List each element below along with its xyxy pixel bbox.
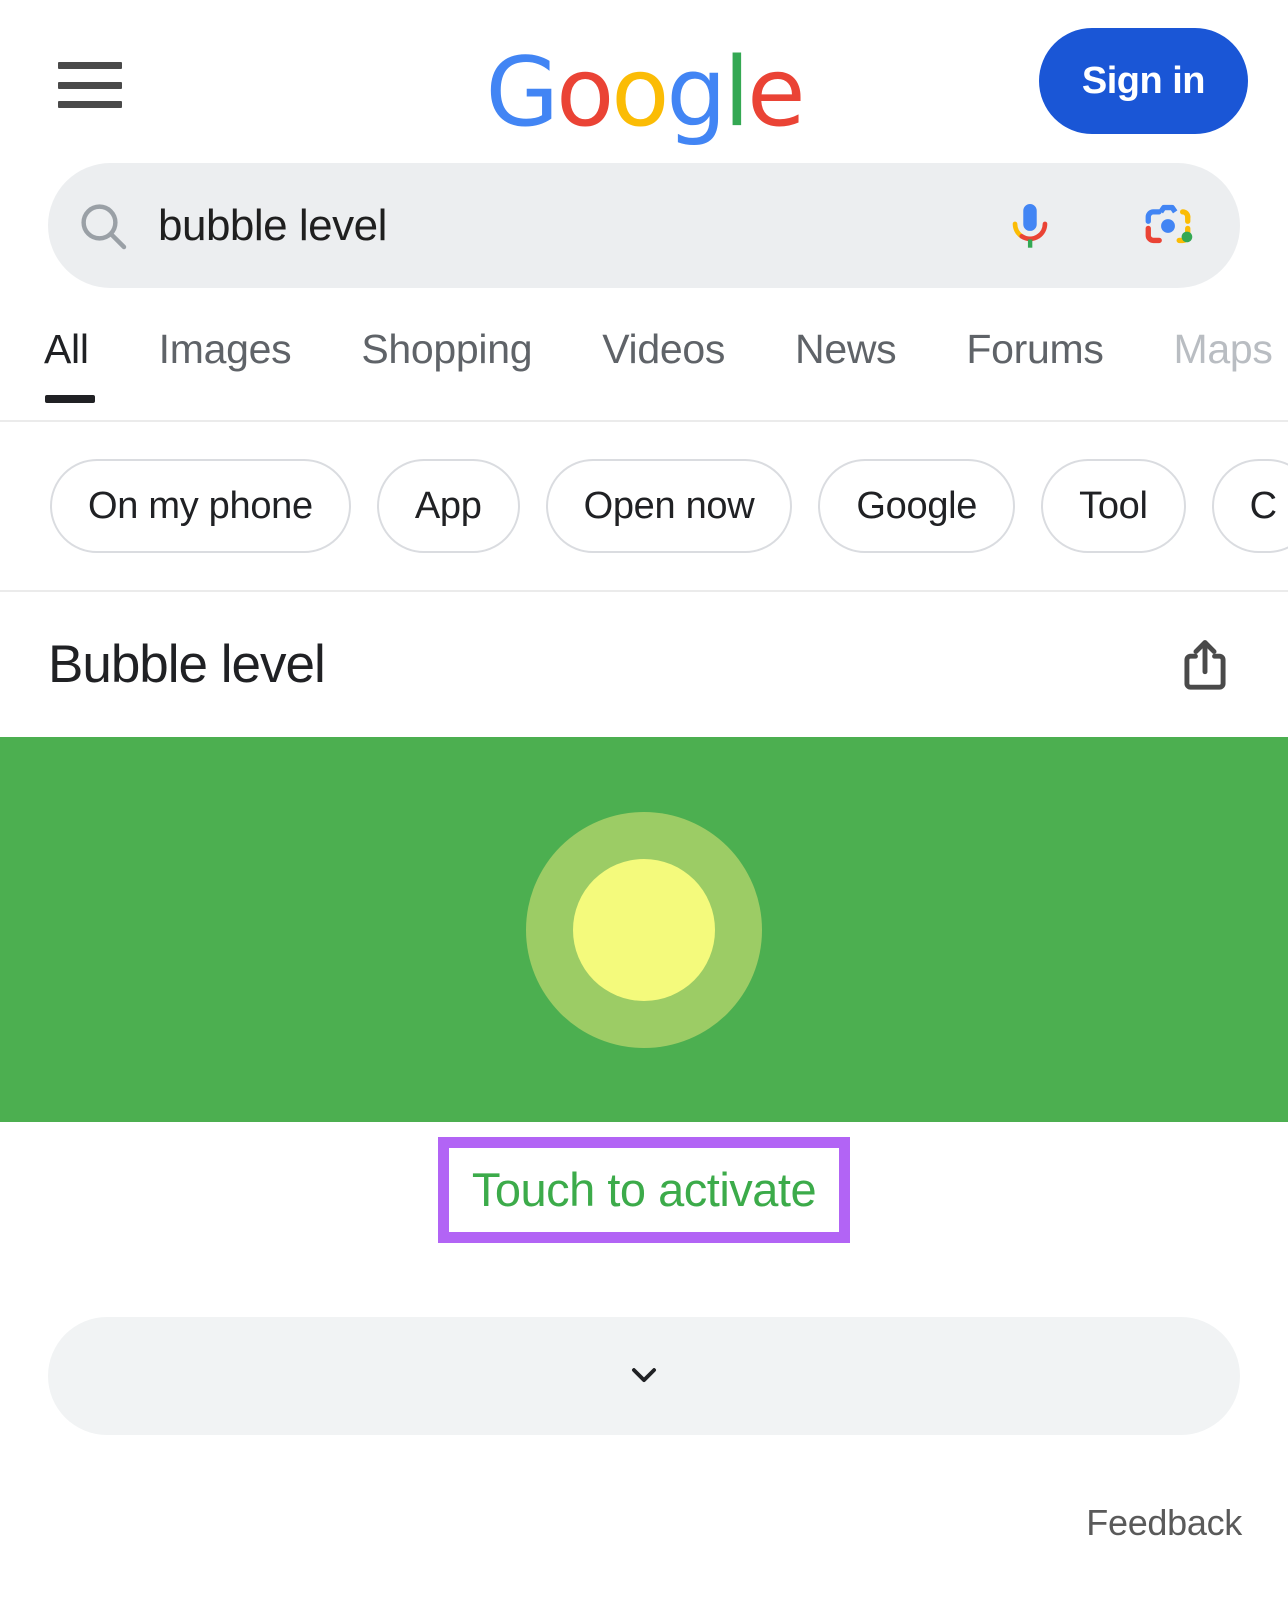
tab-videos[interactable]: Videos	[602, 326, 725, 393]
search-icon	[48, 198, 158, 254]
hamburger-menu-icon[interactable]	[58, 62, 122, 108]
hamburger-bar-3	[58, 101, 122, 108]
hamburger-bar-2	[58, 81, 122, 89]
tab-forums[interactable]: Forums	[966, 326, 1103, 393]
chip-on-my-phone[interactable]: On my phone	[50, 459, 351, 553]
bubble-level-bubble	[573, 858, 715, 1001]
google-lens-camera-icon[interactable]	[1130, 188, 1206, 264]
sign-in-button[interactable]: Sign in	[1038, 28, 1248, 134]
chip-tool[interactable]: Tool	[1041, 459, 1186, 553]
page-title: Bubble level	[48, 635, 326, 694]
logo-letter-l: l	[723, 38, 750, 148]
chip-clipped[interactable]: C	[1211, 459, 1288, 553]
result-header: Bubble level	[0, 592, 1288, 737]
touch-to-activate-label[interactable]: Touch to activate	[463, 1159, 825, 1221]
google-logo[interactable]: Google	[485, 46, 805, 141]
hamburger-bar-1	[58, 62, 122, 69]
tab-news[interactable]: News	[795, 326, 897, 393]
chip-app[interactable]: App	[376, 459, 520, 553]
touch-to-activate-container: Touch to activate	[0, 1122, 1288, 1243]
logo-letter-g1: G	[485, 38, 559, 148]
feedback-link[interactable]: Feedback	[1086, 1502, 1242, 1544]
logo-letter-e: e	[747, 38, 805, 148]
expand-more-button[interactable]	[48, 1317, 1240, 1435]
search-input[interactable]	[158, 200, 992, 251]
logo-letter-o1: o	[556, 38, 614, 148]
logo-letter-o2: o	[611, 38, 669, 148]
tab-images[interactable]: Images	[159, 326, 292, 393]
footer: Feedback	[0, 1435, 1288, 1544]
chip-open-now[interactable]: Open now	[545, 459, 793, 553]
chip-google[interactable]: Google	[818, 459, 1016, 553]
logo-letter-g2: g	[666, 38, 726, 148]
filter-chips: On my phone App Open now Google Tool C	[0, 422, 1288, 590]
search-bar-container	[0, 163, 1288, 288]
tab-all[interactable]: All	[44, 326, 95, 403]
search-tabs-bar: All Images Shopping Videos News Forums M…	[0, 326, 1288, 422]
page-header: Google Sign in	[0, 0, 1288, 163]
share-icon[interactable]	[1170, 630, 1240, 700]
search-bar[interactable]	[48, 163, 1240, 288]
chevron-down-icon	[622, 1353, 666, 1400]
touch-to-activate-highlight[interactable]: Touch to activate	[437, 1137, 851, 1243]
search-tabs: All Images Shopping Videos News Forums M…	[0, 326, 1288, 403]
expand-section	[0, 1243, 1288, 1435]
microphone-icon[interactable]	[992, 188, 1068, 264]
filter-chips-bar: On my phone App Open now Google Tool C	[0, 422, 1288, 592]
bubble-level-widget[interactable]	[0, 737, 1288, 1122]
tab-shopping[interactable]: Shopping	[361, 326, 532, 393]
tab-maps[interactable]: Maps	[1174, 326, 1273, 393]
